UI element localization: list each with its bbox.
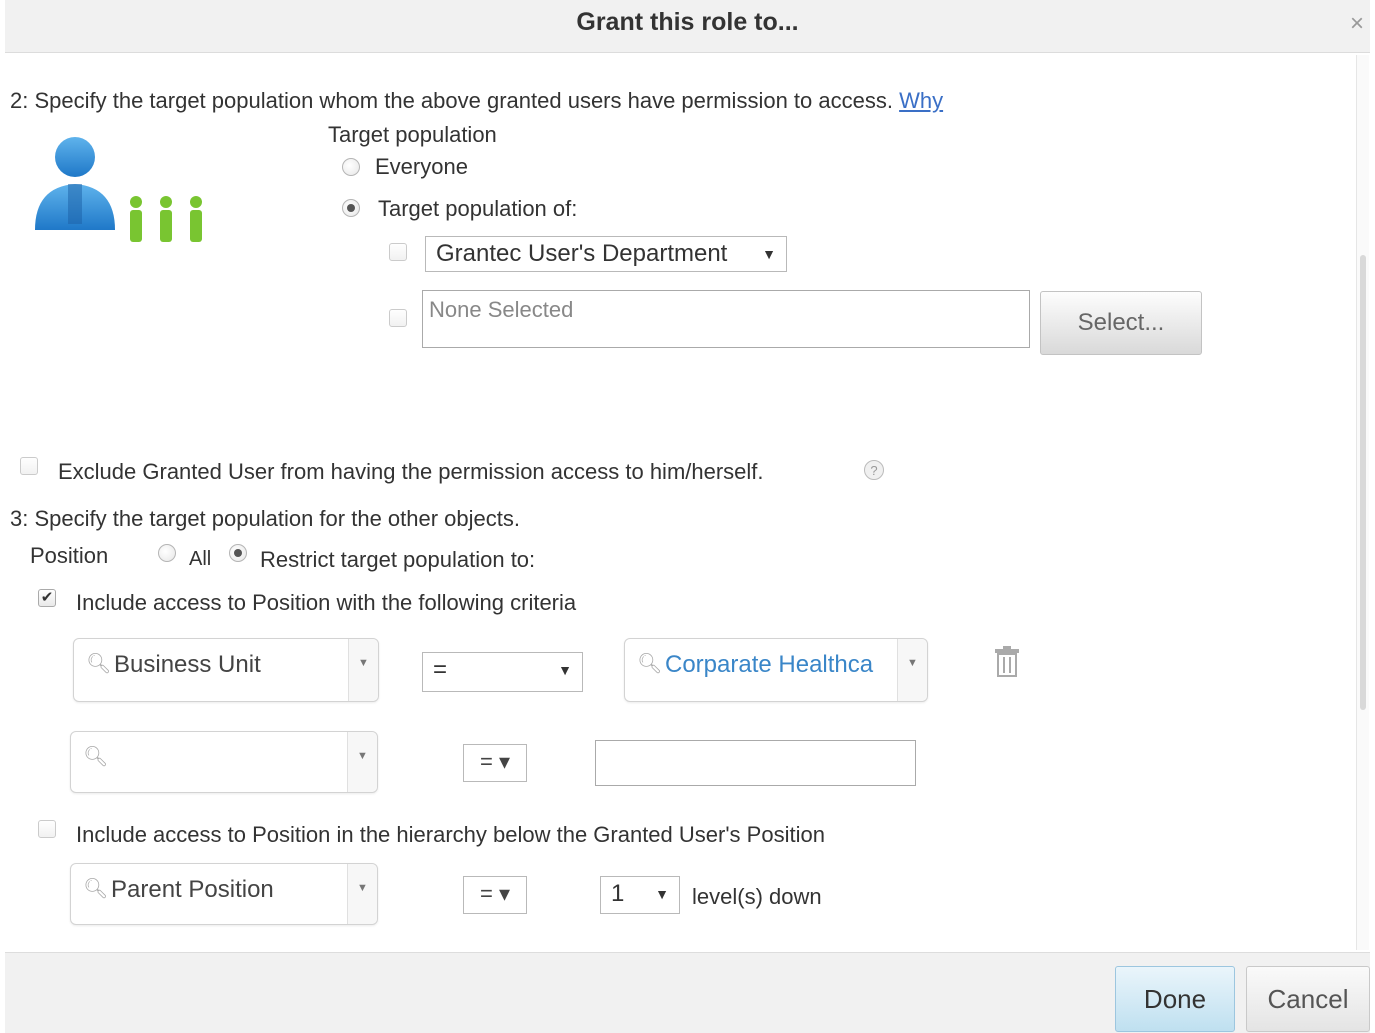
- done-button[interactable]: Done: [1115, 966, 1235, 1032]
- everyone-label: Everyone: [375, 154, 468, 179]
- chevron-down-icon[interactable]: ▼: [348, 639, 378, 701]
- position-label: Position: [30, 543, 109, 568]
- chevron-down-icon: ▼: [558, 662, 572, 678]
- target-population-icon: [30, 132, 220, 262]
- everyone-radio[interactable]: [342, 158, 360, 176]
- criteria1-field-value: Business Unit: [114, 651, 261, 678]
- target-population-label: Target population: [328, 122, 497, 147]
- chevron-down-icon[interactable]: ▼: [897, 639, 927, 701]
- step2-heading: 2: Specify the target population whom th…: [10, 88, 943, 114]
- chevron-down-icon[interactable]: ▼: [347, 732, 377, 792]
- criteria1-operator-value: =: [433, 656, 448, 683]
- none-selected-checkbox[interactable]: [389, 309, 407, 327]
- levels-label: level(s) down: [692, 884, 822, 909]
- none-selected-field[interactable]: None Selected: [422, 290, 1030, 348]
- hierarchy-operator-select[interactable]: = ▾: [463, 876, 527, 914]
- department-select[interactable]: Grantec User's Department ▼: [425, 236, 787, 272]
- exclude-label: Exclude Granted User from having the per…: [58, 459, 764, 484]
- target-population-of-radio[interactable]: [342, 199, 360, 217]
- dialog-title: Grant this role to...: [576, 8, 799, 36]
- hierarchy-label: Include access to Position in the hierar…: [76, 822, 825, 847]
- search-icon: 🔍︎: [637, 653, 663, 675]
- criteria1-field-combo[interactable]: 🔍︎ Business Unit ▼: [73, 638, 379, 702]
- criteria2-value-input[interactable]: [595, 740, 916, 786]
- select-button[interactable]: Select...: [1040, 291, 1202, 355]
- include-criteria-label: Include access to Position with the foll…: [76, 590, 577, 615]
- step3-heading: 3: Specify the target population for the…: [10, 506, 520, 531]
- levels-select[interactable]: 1 ▼: [600, 876, 680, 914]
- criteria1-value-combo[interactable]: 🔍︎ Corparate Healthca ▼: [624, 638, 928, 702]
- criteria2-field-combo[interactable]: 🔍︎ ▼: [70, 731, 378, 793]
- step2-heading-text: 2: Specify the target population whom th…: [10, 88, 893, 113]
- search-icon: 🔍︎: [83, 878, 109, 900]
- all-label: All: [189, 548, 212, 570]
- close-icon[interactable]: ×: [1350, 10, 1364, 38]
- restrict-label: Restrict target population to:: [260, 547, 536, 572]
- chevron-down-icon[interactable]: ▼: [347, 864, 377, 924]
- all-radio[interactable]: [158, 544, 176, 562]
- search-icon: 🔍︎: [83, 746, 109, 768]
- criteria1-value-text: Corparate Healthca: [665, 651, 874, 678]
- scrollbar-thumb[interactable]: [1360, 255, 1366, 710]
- criteria1-operator-select[interactable]: = ▼: [422, 652, 583, 692]
- include-criteria-checkbox[interactable]: ✔: [38, 589, 56, 607]
- hierarchy-checkbox[interactable]: [38, 820, 56, 838]
- help-icon[interactable]: ?: [864, 460, 884, 480]
- hierarchy-field-value: Parent Position: [111, 876, 274, 903]
- hierarchy-field-combo[interactable]: 🔍︎ Parent Position ▼: [70, 863, 378, 925]
- target-population-of-label: Target population of:: [378, 196, 578, 221]
- levels-value: 1: [611, 880, 625, 907]
- search-icon: 🔍︎: [86, 653, 112, 675]
- none-selected-text: None Selected: [429, 297, 574, 322]
- cancel-button[interactable]: Cancel: [1246, 966, 1370, 1032]
- criteria2-operator-select[interactable]: = ▾: [463, 744, 527, 782]
- chevron-down-icon: ▼: [655, 886, 669, 902]
- department-select-value: Grantec User's Department: [436, 240, 728, 267]
- department-checkbox[interactable]: [389, 243, 407, 261]
- trash-icon[interactable]: [992, 645, 1022, 679]
- chevron-down-icon: ▼: [762, 246, 776, 262]
- why-link[interactable]: Why: [899, 88, 943, 113]
- restrict-radio[interactable]: [229, 544, 247, 562]
- exclude-checkbox[interactable]: [20, 457, 38, 475]
